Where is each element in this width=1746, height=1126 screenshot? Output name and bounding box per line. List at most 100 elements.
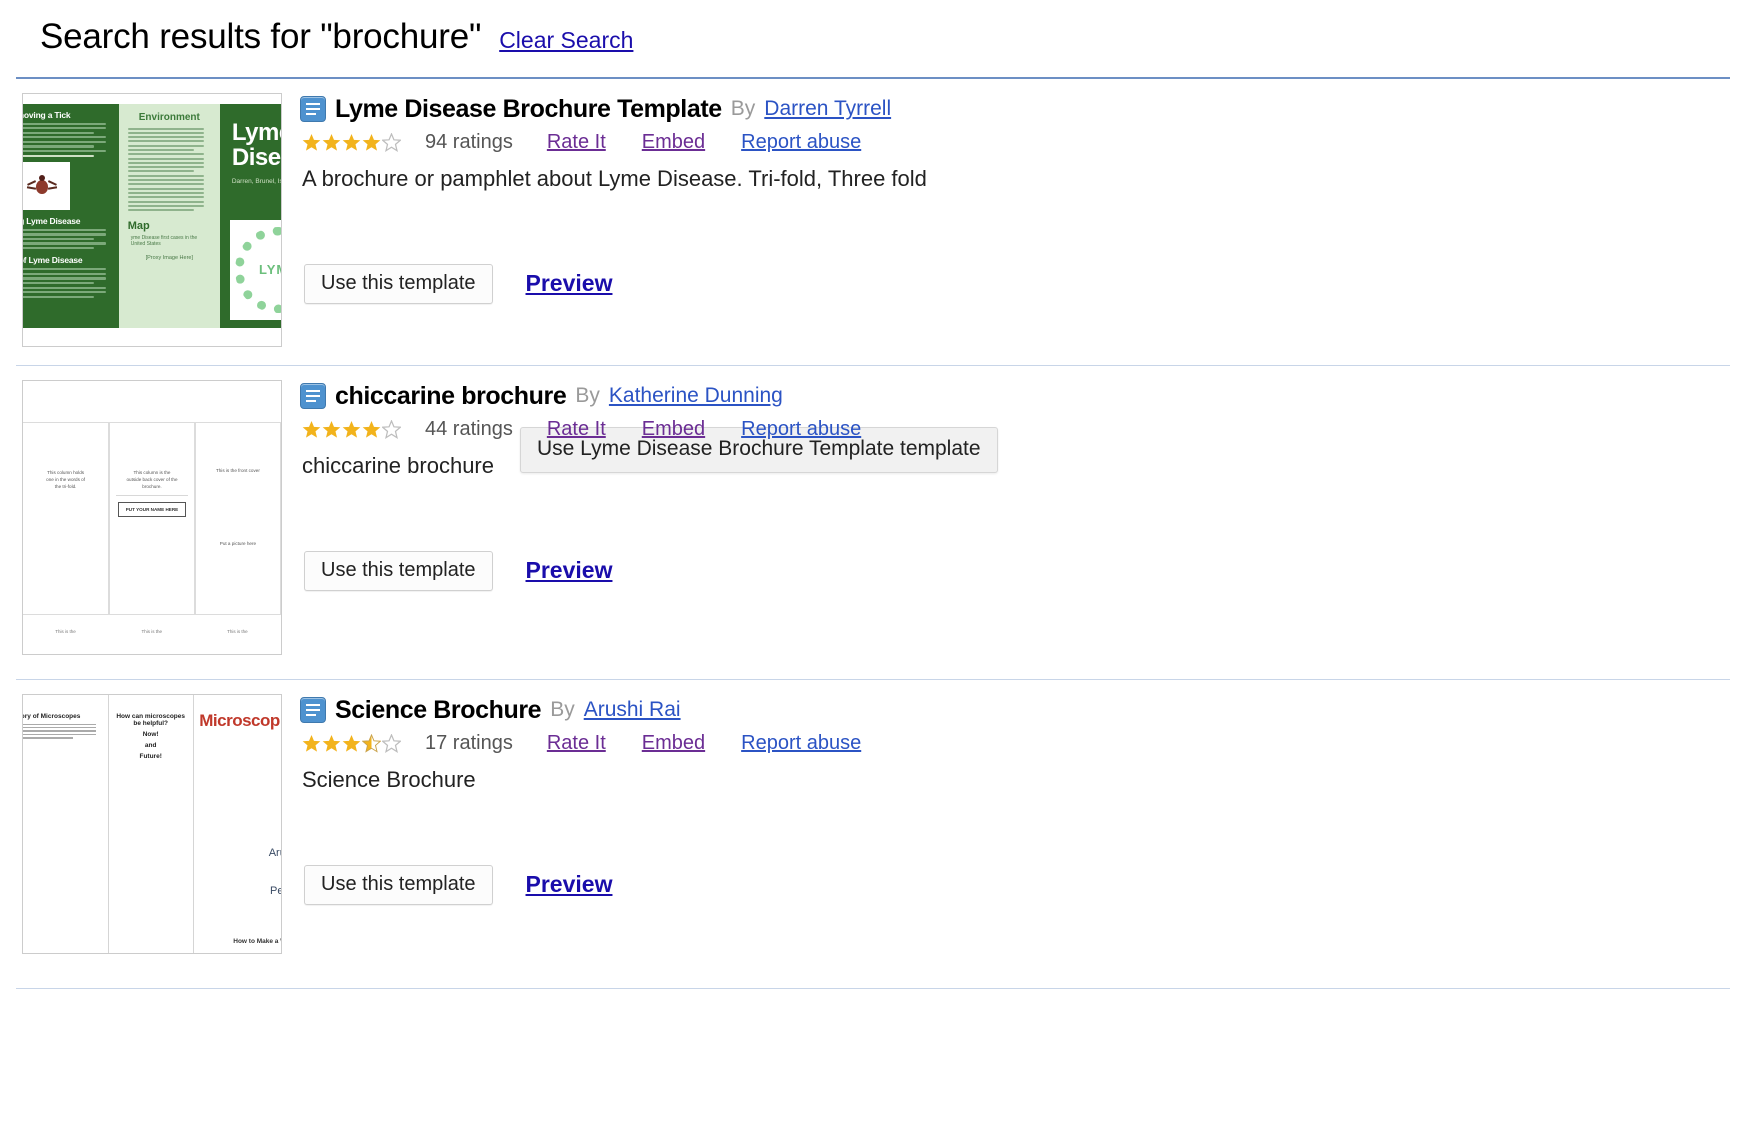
star-icon bbox=[362, 420, 381, 438]
page-title: Search results for "brochure" bbox=[40, 17, 482, 56]
author-link[interactable]: Katherine Dunning bbox=[609, 384, 783, 408]
rate-it-link[interactable]: Rate It bbox=[547, 418, 606, 441]
thumb-text: ing Lyme Disease bbox=[23, 215, 81, 226]
thumb-panel-right: Lyme Diseas Darren, Brunel, Islam Jen LY… bbox=[219, 103, 281, 328]
result-actions: Use this template Preview bbox=[300, 864, 1746, 905]
preview-link[interactable]: Preview bbox=[526, 557, 613, 584]
document-icon[interactable] bbox=[300, 697, 326, 723]
star-icon bbox=[342, 133, 361, 151]
star-icon-half bbox=[362, 733, 381, 753]
thumb-text: This column holds one in the words of th… bbox=[46, 469, 85, 489]
result-item: emoving a Tick bbox=[0, 79, 1746, 473]
thumb-text: This column is the outside back cover of… bbox=[126, 469, 178, 489]
document-icon[interactable] bbox=[300, 383, 326, 409]
result-meta-row: 94 ratings Rate It Embed Report abuse bbox=[300, 131, 1746, 154]
star-icon bbox=[302, 734, 321, 752]
author-link[interactable]: Arushi Rai bbox=[584, 698, 681, 722]
thumb-text: Lyme Diseas bbox=[231, 118, 281, 171]
star-icon bbox=[362, 133, 381, 151]
result-meta-row: 17 ratings Rate It Embed Report abuse bbox=[300, 732, 1746, 755]
star-icon-empty bbox=[382, 733, 401, 753]
template-thumbnail[interactable]: This column holds one in the words of th… bbox=[22, 379, 282, 655]
ratings-count: 44 ratings bbox=[425, 417, 513, 440]
result-title[interactable]: Science Brochure bbox=[335, 696, 542, 725]
star-icon bbox=[342, 734, 361, 752]
report-abuse-link[interactable]: Report abuse bbox=[741, 418, 861, 441]
result-body: Lyme Disease Brochure Template By Darren… bbox=[282, 93, 1746, 304]
preview-link[interactable]: Preview bbox=[526, 871, 613, 898]
author-link[interactable]: Darren Tyrrell bbox=[764, 97, 891, 121]
embed-link[interactable]: Embed bbox=[642, 418, 705, 441]
result-actions: Use this template Preview bbox=[300, 263, 1746, 304]
report-abuse-link[interactable]: Report abuse bbox=[741, 131, 861, 154]
result-description: chiccarine brochure bbox=[302, 452, 494, 478]
report-abuse-link[interactable]: Report abuse bbox=[741, 732, 861, 755]
thumb-text: Microscop bbox=[199, 710, 280, 730]
lyme-logo: LYME bbox=[229, 219, 281, 320]
thumb-text: Map bbox=[127, 220, 150, 233]
by-label: By bbox=[730, 97, 756, 120]
ratings-count: 94 ratings bbox=[425, 130, 513, 153]
preview-link[interactable]: Preview bbox=[526, 270, 613, 297]
star-rating[interactable] bbox=[302, 733, 401, 753]
thumb-panel-middle: How can microscopes be helpful? Now! and… bbox=[108, 695, 193, 953]
thumb-text: yme Disease first cases in the United St… bbox=[130, 235, 198, 248]
thumb-text: e of Lyme Disease bbox=[23, 255, 83, 266]
result-description: Science Brochure bbox=[302, 766, 476, 792]
result-title[interactable]: chiccarine brochure bbox=[335, 382, 567, 411]
clear-search-link[interactable]: Clear Search bbox=[499, 27, 633, 54]
star-rating[interactable] bbox=[302, 419, 401, 439]
use-template-button[interactable]: Use this template bbox=[304, 550, 493, 591]
thumb-panel-middle: Environment Map yme Disease first cases … bbox=[118, 103, 220, 328]
by-label: By bbox=[575, 384, 600, 407]
template-thumbnail[interactable]: story of Microscopes How can microscopes… bbox=[22, 693, 282, 954]
thumb-text: Now! bbox=[142, 730, 159, 738]
result-body: chiccarine brochure By Katherine Dunning… bbox=[282, 380, 1746, 591]
star-icon bbox=[302, 133, 321, 151]
embed-link[interactable]: Embed bbox=[642, 131, 705, 154]
thumb-text: LYME bbox=[258, 262, 281, 277]
thumb-text: Future! bbox=[139, 752, 162, 760]
result-title-row: Lyme Disease Brochure Template By Darren… bbox=[300, 95, 1746, 124]
thumb-text: How to Make a W Mount Slide bbox=[233, 938, 281, 946]
tick-image bbox=[23, 161, 70, 210]
thumb-text: story of Microscopes bbox=[23, 712, 81, 720]
rate-it-link[interactable]: Rate It bbox=[547, 131, 606, 154]
by-label: By bbox=[550, 698, 575, 721]
ratings-count: 17 ratings bbox=[425, 731, 513, 754]
use-template-button[interactable]: Use this template bbox=[304, 864, 493, 905]
page-header: Search results for "brochure" Clear Sear… bbox=[0, 0, 1746, 57]
rate-it-link[interactable]: Rate It bbox=[547, 732, 606, 755]
star-icon bbox=[322, 420, 341, 438]
thumb-text: This is the bbox=[55, 628, 76, 634]
thumb-text: PUT YOUR NAME HERE bbox=[118, 501, 186, 517]
result-actions: Use this template Preview bbox=[300, 550, 1746, 591]
result-title[interactable]: Lyme Disease Brochure Template bbox=[335, 95, 722, 124]
thumb-panel-middle: This column is the outside back cover of… bbox=[109, 422, 195, 614]
use-template-button[interactable]: Use this template bbox=[304, 263, 493, 304]
results-list: emoving a Tick bbox=[0, 79, 1746, 989]
star-icon-empty bbox=[382, 419, 401, 439]
result-meta-row: 44 ratings Rate It Embed Report abuse bbox=[300, 418, 1746, 441]
document-icon[interactable] bbox=[300, 96, 326, 122]
embed-link[interactable]: Embed bbox=[642, 732, 705, 755]
thumb-text: Put a picture here bbox=[219, 540, 257, 546]
thumb-text: This is the bbox=[141, 628, 162, 634]
thumb-text: This is the bbox=[227, 628, 248, 634]
star-icon bbox=[322, 734, 341, 752]
star-icon bbox=[302, 420, 321, 438]
thumb-text: Darren, Brunel, Islam Jen bbox=[231, 178, 281, 186]
result-item: This column holds one in the words of th… bbox=[0, 366, 1746, 655]
thumb-panel-left: This column holds one in the words of th… bbox=[23, 422, 110, 614]
template-thumbnail[interactable]: emoving a Tick bbox=[22, 92, 282, 347]
thumb-text: emoving a Tick bbox=[23, 109, 71, 120]
thumb-text: and bbox=[144, 741, 157, 749]
thumb-panel-left: story of Microscopes bbox=[23, 695, 102, 953]
search-results-page: Search results for "brochure" Clear Sear… bbox=[0, 0, 1746, 1126]
star-icon-empty bbox=[382, 132, 401, 152]
star-rating[interactable] bbox=[302, 132, 401, 152]
result-title-row: chiccarine brochure By Katherine Dunning bbox=[300, 382, 1746, 411]
result-item: story of Microscopes How can microscopes… bbox=[0, 680, 1746, 954]
star-icon bbox=[322, 133, 341, 151]
thumb-text: This is the front cover bbox=[215, 467, 260, 473]
